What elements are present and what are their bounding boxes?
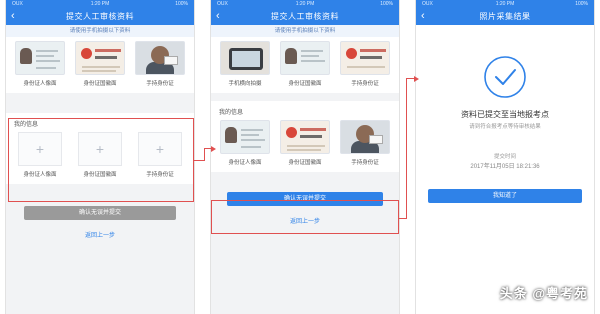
clock-text: 1:20 PM bbox=[495, 1, 515, 7]
result-panel: 资料已提交至当地报考点 请到符合报考点等待审核结果 提交时间 2017年11月0… bbox=[416, 25, 594, 314]
highlight-box-submit bbox=[211, 200, 399, 234]
id-back-sample-image bbox=[75, 41, 125, 75]
phone-screen-upload-filled: OUX 1:20 PM 100% ‹ 提交人工审核资料 请使用手机拍摄以下资料 … bbox=[210, 0, 400, 314]
watermark-text: 头条 @粤考苑 bbox=[499, 286, 588, 301]
upload-label: 身份证国徽面 bbox=[288, 160, 322, 166]
id-front-sample-image bbox=[15, 41, 65, 75]
page-title: 提交人工审核资料 bbox=[66, 12, 134, 21]
sample-id-back: 身份证国徽面 bbox=[73, 41, 127, 87]
sample-hold-id: 手持身份证 bbox=[133, 41, 187, 87]
submit-button-disabled[interactable]: 确认无误并提交 bbox=[24, 206, 176, 220]
instruction-text: 请使用手机拍摄以下资料 bbox=[6, 25, 194, 37]
phone-screen-result: OUX 1:20 PM 100% ‹ 照片采集结果 资料已提交至当地报考点 请到… bbox=[415, 0, 595, 314]
nav-bar: ‹ 提交人工审核资料 bbox=[211, 9, 399, 25]
connector-line bbox=[406, 78, 407, 219]
done-button[interactable]: 我知道了 bbox=[428, 189, 582, 203]
phone-landscape-sample-image bbox=[220, 41, 270, 75]
id-back-sample-image bbox=[340, 41, 390, 75]
sample-label: 手机横向拍摄 bbox=[228, 81, 262, 87]
sample-label: 身份证国徽面 bbox=[83, 81, 117, 87]
my-info-label: 我的信息 bbox=[219, 110, 244, 116]
sample-label: 手持身份证 bbox=[146, 81, 174, 87]
page-title: 提交人工审核资料 bbox=[271, 12, 339, 21]
sample-label: 身份证人像面 bbox=[23, 81, 57, 87]
sample-label: 手持身份证 bbox=[351, 81, 379, 87]
battery-text: 100% bbox=[380, 1, 393, 7]
connector-line bbox=[399, 218, 406, 219]
result-subtitle: 请到符合报考点等待审核结果 bbox=[469, 124, 541, 130]
nav-bar: ‹ 提交人工审核资料 bbox=[6, 9, 194, 25]
submit-time-label: 提交时间 bbox=[493, 154, 516, 160]
status-bar: OUX 1:20 PM 100% bbox=[416, 0, 594, 9]
id-front-sample-image bbox=[280, 41, 330, 75]
arrow-head-icon bbox=[211, 145, 216, 152]
sample-hold-id: 手持身份证 bbox=[338, 41, 392, 87]
uploaded-id-front-image[interactable] bbox=[220, 120, 270, 154]
upload-label: 手持身份证 bbox=[351, 160, 379, 166]
nav-bar: ‹ 照片采集结果 bbox=[416, 9, 594, 25]
my-info-section: 我的信息 身份证人像面 身份证国徽面 手持身份证 bbox=[211, 101, 399, 172]
connector-line bbox=[204, 148, 205, 161]
uploaded-hold-id[interactable]: 手持身份证 bbox=[338, 120, 392, 166]
highlight-box-upload-area bbox=[8, 118, 194, 202]
uploaded-id-back-image[interactable] bbox=[280, 120, 330, 154]
status-bar: OUX 1:20 PM 100% bbox=[6, 0, 194, 9]
sample-section: 身份证人像面 身份证国徽面 手持身份证 bbox=[6, 37, 194, 93]
success-check-icon bbox=[484, 56, 526, 98]
sample-section: 手机横向拍摄 身份证国徽面 手持身份证 bbox=[211, 37, 399, 93]
sample-id-back: 身份证国徽面 bbox=[278, 41, 332, 87]
clock-text: 1:20 PM bbox=[295, 1, 315, 7]
uploaded-id-back[interactable]: 身份证国徽面 bbox=[278, 120, 332, 166]
clock-text: 1:20 PM bbox=[90, 1, 110, 7]
result-title: 资料已提交至当地报考点 bbox=[461, 110, 549, 119]
battery-text: 100% bbox=[575, 1, 588, 7]
sample-id-front: 身份证人像面 bbox=[13, 41, 67, 87]
back-link[interactable]: 返回上一步 bbox=[6, 230, 194, 239]
submit-time-value: 2017年11月05日 18:21:36 bbox=[470, 164, 540, 170]
uploaded-hold-id-image[interactable] bbox=[340, 120, 390, 154]
sample-phone-landscape: 手机横向拍摄 bbox=[218, 41, 272, 87]
status-bar: OUX 1:20 PM 100% bbox=[211, 0, 399, 9]
uploaded-id-front[interactable]: 身份证人像面 bbox=[218, 120, 272, 166]
instruction-text: 请使用手机拍摄以下资料 bbox=[211, 25, 399, 37]
arrow-head-icon bbox=[414, 75, 419, 82]
battery-text: 100% bbox=[175, 1, 188, 7]
connector-line bbox=[194, 160, 204, 161]
upload-label: 身份证人像面 bbox=[228, 160, 262, 166]
page-title: 照片采集结果 bbox=[479, 12, 531, 21]
hold-id-sample-image bbox=[135, 41, 185, 75]
sample-label: 身份证国徽面 bbox=[288, 81, 322, 87]
